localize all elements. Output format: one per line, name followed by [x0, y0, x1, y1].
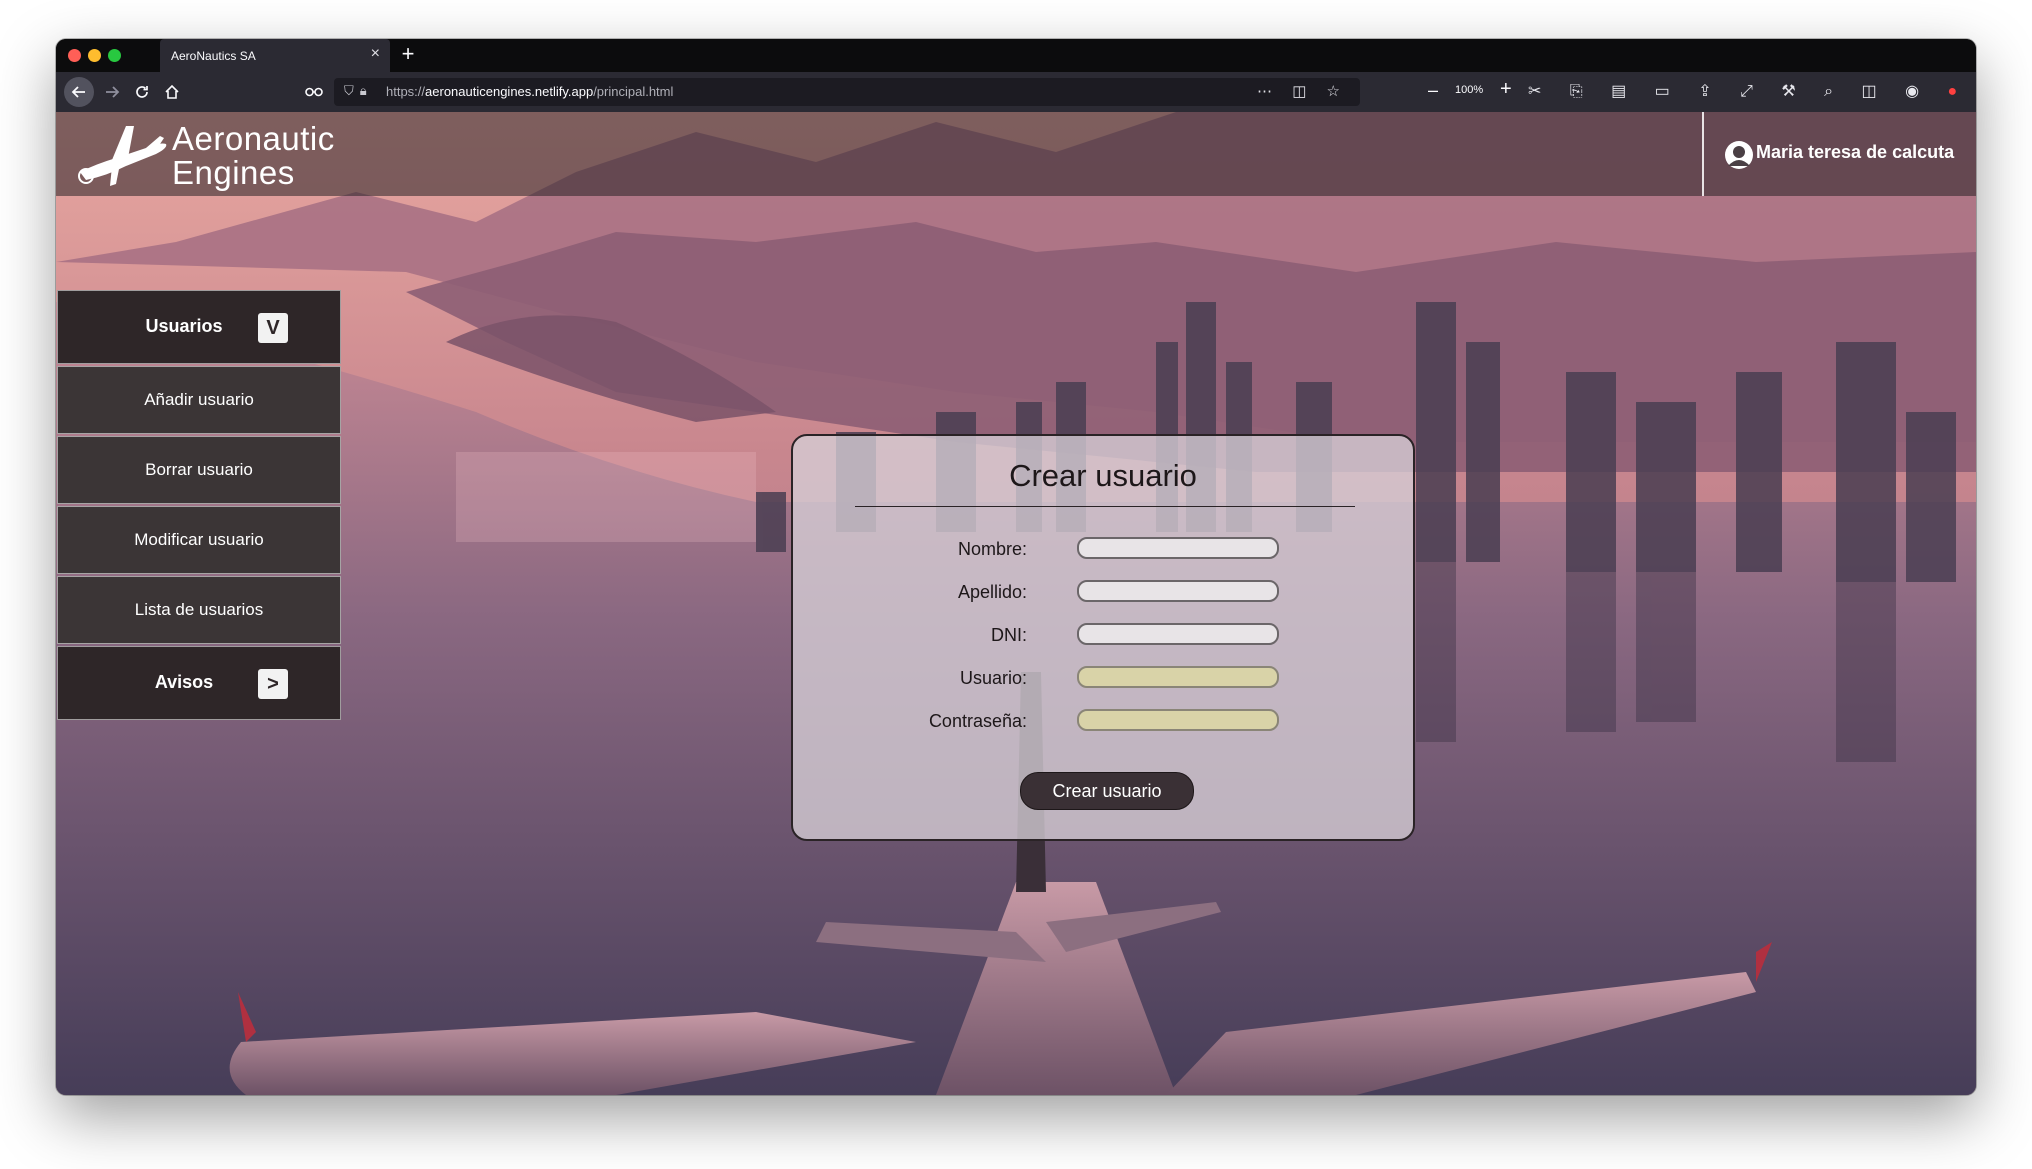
sidebar-item-lista-de-usuarios[interactable]: Lista de usuarios	[57, 576, 341, 644]
home-button[interactable]	[158, 78, 186, 106]
page-actions-icons[interactable]: ⋯ ◫ ☆	[1257, 82, 1348, 100]
chevron-down-icon: V	[258, 313, 288, 343]
form-title: Crear usuario	[1009, 458, 1197, 493]
back-button[interactable]	[64, 77, 94, 107]
url-prefix: https://	[386, 84, 426, 99]
crear-usuario-button[interactable]: Crear usuario	[1020, 772, 1194, 810]
close-window-button[interactable]	[68, 49, 81, 62]
tab-strip: AeroNautics SA × +	[56, 39, 1976, 72]
sidebar-item-label: Añadir usuario	[144, 390, 254, 409]
sidebar-usuarios-label: Usuarios	[145, 316, 223, 336]
contrasena-input[interactable]	[1077, 709, 1279, 731]
sidebar-item-label: Modificar usuario	[134, 530, 264, 549]
form-row-apellido: Apellido:	[793, 577, 1417, 607]
home-icon	[165, 84, 179, 99]
dni-label: DNI:	[991, 625, 1027, 645]
user-avatar-icon	[1725, 141, 1753, 169]
url-domain: aeronauticengines.netlify.app	[425, 84, 594, 99]
zoom-level[interactable]: 100%	[1455, 84, 1483, 96]
forward-arrow-icon	[106, 86, 120, 98]
sidebar-item-modificar-usuario[interactable]: Modificar usuario	[57, 506, 341, 574]
minimize-window-button[interactable]	[88, 49, 101, 62]
logo-line-2: Engines	[172, 154, 295, 191]
close-tab-icon[interactable]: ×	[371, 45, 380, 63]
apellido-label: Apellido:	[957, 582, 1027, 602]
url-text: https://aeronauticengines.netlify.app/pr…	[386, 84, 673, 99]
shield-lock-icon: ⛉🔒︎	[344, 83, 373, 98]
tab-title: AeroNautics SA	[171, 49, 256, 63]
page-content: Aeronautic Engines Maria teresa de calcu…	[56, 112, 1976, 1095]
site-header: Aeronautic Engines Maria teresa de calcu…	[56, 112, 1976, 196]
toolbar-extension-icons[interactable]: ✂ ⎘ ▤ ▭ ⇪ ⤢ ⚒ ⌕ ◫ ◉ ● ◭ ● ☰	[1528, 81, 1976, 101]
url-path: /principal.html	[593, 84, 674, 99]
forward-button[interactable]	[98, 78, 126, 106]
new-tab-button[interactable]: +	[393, 41, 423, 67]
contrasena-label: Contraseña:	[928, 711, 1027, 731]
form-row-contrasena: Contraseña:	[793, 706, 1417, 736]
site-logo-text[interactable]: Aeronautic Engines	[172, 122, 335, 190]
apellido-input[interactable]	[1077, 580, 1279, 602]
maximize-window-button[interactable]	[108, 49, 121, 62]
nombre-input[interactable]	[1077, 537, 1279, 559]
tracking-protection-button[interactable]	[300, 78, 328, 106]
nombre-label: Nombre:	[957, 539, 1027, 559]
user-name: Maria teresa de calcuta	[1756, 142, 1955, 162]
dni-input[interactable]	[1077, 623, 1279, 645]
sidebar-item-label: Borrar usuario	[145, 460, 253, 479]
airplane-logo-icon	[78, 126, 167, 186]
sidebar-avisos-label: Avisos	[154, 672, 214, 692]
sidebar-item-anadir-usuario[interactable]: Añadir usuario	[57, 366, 341, 434]
create-user-form: Crear usuario Nombre: Apellido: DNI: Usu…	[791, 434, 1415, 841]
usuario-label: Usuario:	[959, 668, 1027, 688]
browser-window: AeroNautics SA × + ⛉🔒︎ https://aeronauti…	[56, 39, 1976, 1095]
reload-icon	[136, 86, 148, 98]
reload-button[interactable]	[128, 78, 156, 106]
sidebar-item-label: Lista de usuarios	[134, 600, 264, 619]
form-row-dni: DNI:	[793, 620, 1417, 650]
sidebar-usuarios-toggle[interactable]: Usuarios V	[57, 290, 341, 364]
zoom-in-button[interactable]: +	[1500, 78, 1512, 101]
form-row-usuario: Usuario:	[793, 663, 1417, 693]
navigation-bar: ⛉🔒︎ https://aeronauticengines.netlify.ap…	[56, 72, 1976, 112]
sidebar-item-borrar-usuario[interactable]: Borrar usuario	[57, 436, 341, 504]
glasses-icon	[305, 87, 323, 97]
form-row-nombre: Nombre:	[793, 534, 1417, 564]
usuario-input[interactable]	[1077, 666, 1279, 688]
back-arrow-icon	[71, 86, 85, 98]
zoom-out-button[interactable]: –	[1428, 80, 1438, 101]
logo-line-1: Aeronautic	[172, 120, 335, 157]
chevron-right-icon: >	[258, 669, 288, 699]
user-menu[interactable]: Maria teresa de calcuta	[1702, 112, 1976, 196]
url-bar[interactable]: ⛉🔒︎ https://aeronauticengines.netlify.ap…	[334, 78, 1360, 106]
sidebar-avisos-toggle[interactable]: Avisos >	[57, 646, 341, 720]
browser-tab[interactable]: AeroNautics SA ×	[160, 39, 390, 72]
title-divider	[855, 506, 1355, 507]
